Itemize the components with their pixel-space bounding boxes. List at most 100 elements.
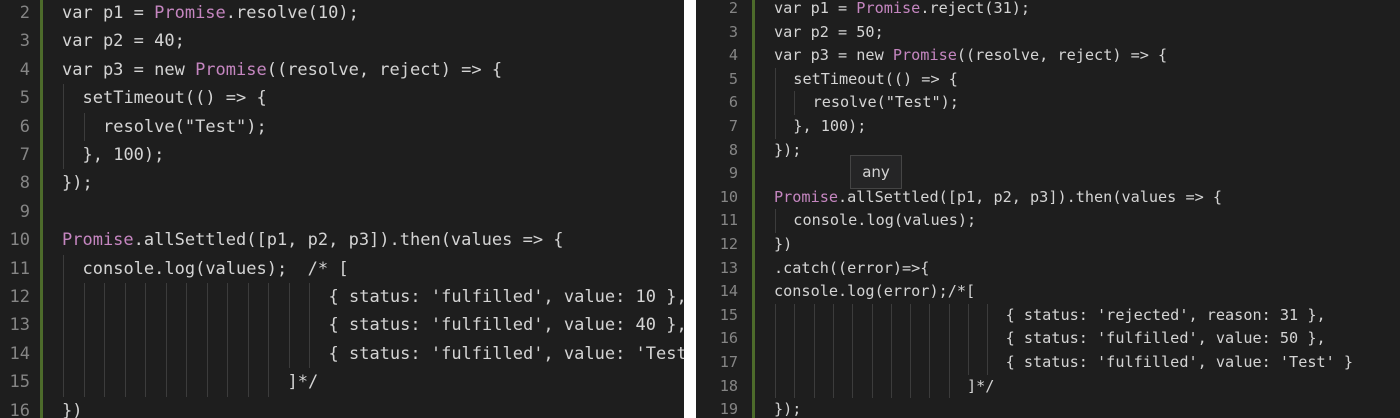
indent-guide — [124, 283, 126, 312]
indent-guide — [775, 209, 776, 233]
indent-guide — [247, 311, 249, 340]
right-editor-pane[interactable]: 2 var p1 = Promise.reject(31); 3 var p2 = 5… — [696, 0, 1400, 418]
indent-guide — [206, 283, 208, 312]
indent-guide — [288, 339, 290, 369]
indent-guide — [813, 374, 815, 399]
indent-guide — [929, 303, 931, 328]
code-line: 14 console.log(error);/*[ — [696, 280, 1400, 304]
line-number: 19 — [719, 400, 738, 418]
indent-guide — [910, 374, 912, 399]
code-text: .catch((error)=>{ — [774, 258, 930, 277]
code-line: 19}); — [696, 398, 1400, 418]
code-line: 10 Promise.allSettled([p1, p2, p3]).then(… — [0, 226, 684, 254]
code-line: 3 var p2 = 40; — [0, 27, 684, 55]
indent-guide — [309, 283, 310, 312]
indent-guide — [813, 303, 815, 328]
indent-guide — [813, 351, 815, 375]
code-line: 15]*/ — [0, 368, 684, 397]
indent-guide — [987, 351, 989, 375]
indent-guide — [775, 115, 776, 139]
indent-guide — [910, 351, 912, 375]
indent-guide — [794, 351, 796, 375]
indent-guide — [948, 303, 950, 328]
indent-guide — [871, 303, 873, 328]
indent-guide — [890, 303, 892, 328]
code-text: resolve("Test"); — [812, 93, 959, 112]
code-text: var p2 = 50; — [774, 22, 884, 41]
indent-guide — [832, 327, 834, 351]
indent-guide — [227, 311, 228, 340]
indent-guide — [186, 283, 187, 312]
indent-guide — [775, 67, 776, 92]
left-editor-pane[interactable]: 2 var p1 = Promise.resolve(10); 3 var p2 = … — [0, 0, 684, 418]
line-number: 12 — [9, 287, 30, 307]
indent-guide — [968, 351, 969, 375]
indent-guide — [227, 339, 228, 369]
line-number: 8 — [19, 173, 30, 194]
indent-guide — [227, 368, 228, 397]
code-text: var p2 = 40; — [62, 31, 185, 52]
indent-guide — [910, 303, 912, 328]
line-number: 9 — [19, 201, 30, 222]
indent-guide — [104, 311, 105, 340]
code-line: 2 var p1 = Promise.resolve(10); — [0, 0, 684, 27]
indent-guide — [890, 327, 892, 351]
indent-guide — [309, 311, 310, 340]
line-number: 7 — [728, 117, 738, 135]
indent-guide — [83, 311, 85, 340]
code-line: 5 setTimeout(() => { — [696, 67, 1400, 92]
indent-guide — [63, 141, 64, 170]
code-text: console.log(values); — [793, 211, 977, 230]
code-text: setTimeout(() => { — [82, 88, 267, 109]
indent-guide — [63, 254, 64, 283]
code-text: }) — [62, 400, 83, 418]
indent-guide — [63, 283, 64, 312]
indent-guide — [832, 351, 834, 375]
indent-guide — [794, 327, 796, 351]
indent-guide — [227, 283, 228, 312]
line-number: 18 — [719, 376, 738, 395]
line-number: 7 — [19, 145, 30, 165]
indent-guide — [268, 339, 269, 369]
code-line: 12}) — [696, 233, 1400, 257]
indent-guide — [813, 327, 815, 351]
indent-guide — [104, 339, 105, 369]
indent-guide — [63, 84, 64, 113]
indent-guide — [186, 339, 187, 369]
indent-guide — [268, 283, 269, 312]
line-number: 8 — [728, 140, 738, 159]
line-number: 17 — [719, 353, 738, 371]
line-number: 10 — [719, 187, 738, 206]
code-line: 5 setTimeout(() => { — [0, 84, 684, 113]
code-text: }) — [774, 235, 793, 253]
code-text: }); — [774, 400, 802, 418]
indent-guide — [910, 327, 912, 351]
indent-guide — [124, 311, 126, 340]
line-number: 3 — [728, 22, 738, 41]
indent-guide — [987, 303, 989, 328]
code-text: }, 100); — [793, 117, 867, 135]
code-line: 16}) — [0, 397, 684, 418]
indent-guide — [247, 368, 249, 397]
code-text: setTimeout(() => { — [793, 69, 958, 88]
indent-guide — [871, 327, 873, 351]
code-line: 9 — [0, 198, 684, 226]
line-number: 5 — [728, 69, 738, 88]
indent-guide — [104, 283, 105, 312]
code-text: { status: 'fulfilled', value: 10 }, — [328, 287, 685, 307]
indent-guide — [145, 339, 146, 369]
indent-guide — [775, 327, 776, 351]
code-line: 11 console.log(values); — [696, 209, 1400, 233]
code-line: 10 Promise.allSettled([p1, p2, p3]).then(… — [696, 186, 1400, 210]
code-text: }); — [774, 140, 802, 159]
indent-guide — [871, 351, 873, 375]
code-line: 12 { status: 'fulfilled', value: 10 }, — [0, 283, 685, 312]
code-text: var p3 = new Promise((resolve, reject) =… — [774, 46, 1168, 65]
line-number: 15 — [719, 305, 738, 324]
indent-guide — [268, 368, 269, 397]
code-line: 6 resolve("Test"); — [696, 91, 1400, 115]
line-number: 10 — [9, 230, 30, 251]
indent-guide — [165, 311, 167, 340]
line-number: 5 — [19, 88, 30, 109]
indent-guide — [775, 374, 776, 399]
